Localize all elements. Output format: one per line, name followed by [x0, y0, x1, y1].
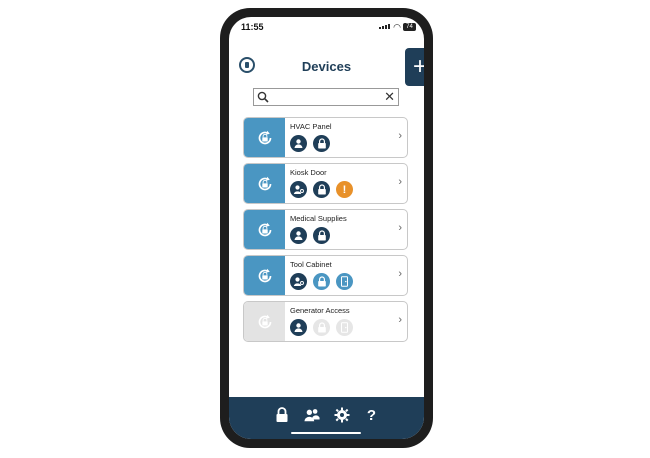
chevron-right-icon: ›	[398, 130, 402, 142]
device-status-icons: !	[290, 181, 353, 198]
wifi-icon: ◠	[393, 22, 401, 32]
home-indicator	[291, 432, 361, 434]
status-time: 11:55	[241, 22, 264, 32]
door-icon	[336, 273, 353, 290]
add-device-button[interactable]: +	[405, 48, 424, 86]
status-bar: 11:55 ◠ 74	[229, 17, 424, 39]
lock-icon	[313, 319, 330, 336]
search-bar: ✕	[253, 88, 399, 106]
user-key-icon	[290, 273, 307, 290]
bottom-nav: ?	[229, 397, 424, 439]
device-sync-icon	[244, 302, 285, 341]
signal-icon	[379, 24, 390, 29]
lock-icon	[313, 135, 330, 152]
device-name: Kiosk Door	[290, 168, 327, 177]
help-icon[interactable]: ?	[364, 407, 380, 424]
lock-icon	[313, 273, 330, 290]
chevron-right-icon: ›	[398, 222, 402, 234]
gear-icon[interactable]	[334, 407, 350, 423]
app-screen: 11:55 ◠ 74 Devices + ✕ HVAC Panel › Kiosk …	[229, 17, 424, 439]
user-icon	[290, 319, 307, 336]
device-name: HVAC Panel	[290, 122, 332, 131]
users-icon[interactable]	[303, 407, 320, 423]
door-icon	[336, 319, 353, 336]
battery-icon: 74	[403, 23, 416, 31]
device-sync-icon	[244, 164, 285, 203]
chevron-right-icon: ›	[398, 314, 402, 326]
device-name: Tool Cabinet	[290, 260, 332, 269]
device-card[interactable]: Generator Access ›	[243, 301, 408, 342]
page-title: Devices	[301, 59, 352, 74]
chevron-right-icon: ›	[398, 268, 402, 280]
user-icon	[290, 135, 307, 152]
lock-icon[interactable]	[274, 407, 290, 423]
device-status-icons	[290, 227, 330, 244]
device-card[interactable]: HVAC Panel ›	[243, 117, 408, 158]
device-card[interactable]: Kiosk Door! ›	[243, 163, 408, 204]
clear-search-icon[interactable]: ✕	[384, 89, 395, 105]
user-icon	[290, 227, 307, 244]
device-status-icons	[290, 319, 353, 336]
user-key-icon	[290, 181, 307, 198]
device-sync-icon	[244, 118, 285, 157]
lock-icon	[313, 181, 330, 198]
chevron-right-icon: ›	[398, 176, 402, 188]
phone-frame: 11:55 ◠ 74 Devices + ✕ HVAC Panel › Kiosk …	[220, 8, 433, 448]
search-icon	[257, 91, 269, 103]
device-sync-icon	[244, 210, 285, 249]
device-name: Generator Access	[290, 306, 350, 315]
search-input[interactable]	[274, 90, 379, 104]
device-sync-icon	[244, 256, 285, 295]
device-card[interactable]: Tool Cabinet ›	[243, 255, 408, 296]
alert-icon: !	[336, 181, 353, 198]
device-status-icons	[290, 135, 330, 152]
device-status-icons	[290, 273, 353, 290]
device-card[interactable]: Medical Supplies ›	[243, 209, 408, 250]
device-list: HVAC Panel › Kiosk Door! › Medical Supplies ›…	[243, 117, 408, 347]
device-name: Medical Supplies	[290, 214, 347, 223]
lock-icon	[313, 227, 330, 244]
